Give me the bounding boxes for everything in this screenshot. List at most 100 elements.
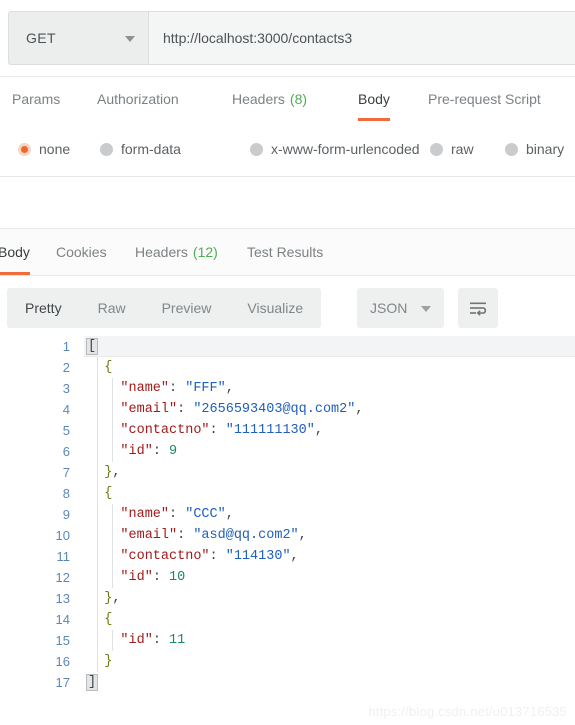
code-token: , (355, 402, 364, 417)
body-type-radio-raw[interactable]: raw (430, 141, 474, 157)
code-token: "FFF" (185, 381, 226, 396)
radio-icon[interactable] (18, 142, 31, 156)
body-type-radio-group: none form-data x-www-form-urlencoded raw bin… (0, 126, 575, 172)
code-token: 10 (169, 570, 186, 585)
response-tab-body[interactable]: Body (0, 229, 30, 275)
code-line: 15 "id": 11 (0, 630, 575, 651)
response-tab-label: Test Results (247, 244, 324, 260)
code-line-text: "name": "CCC", (88, 504, 234, 525)
code-line: 14 { (0, 609, 575, 630)
code-token: "contactno" (120, 423, 210, 438)
code-token: : (152, 570, 170, 585)
active-tab-indicator (0, 272, 30, 275)
response-tab-headers[interactable]: Headers (12) (135, 229, 218, 275)
request-tab-label: Authorization (97, 91, 179, 107)
code-line: 17] (0, 672, 575, 693)
code-token: 9 (169, 444, 178, 459)
request-tab-label: Headers (232, 91, 285, 107)
code-line-text: { (88, 609, 112, 630)
word-wrap-button[interactable] (458, 288, 498, 328)
radio-icon[interactable] (100, 142, 113, 156)
code-token: , (225, 507, 234, 522)
http-method-select[interactable]: GET (8, 11, 149, 65)
body-type-radio-x-www-form-urlencoded[interactable]: x-www-form-urlencoded (250, 141, 420, 157)
body-type-label: x-www-form-urlencoded (271, 141, 420, 157)
line-number: 6 (62, 444, 70, 459)
code-line-text: "contactno": "111111130", (88, 420, 323, 441)
response-tab-cookies[interactable]: Cookies (56, 229, 107, 275)
code-token: "111111130" (225, 423, 315, 438)
radio-icon[interactable] (505, 142, 518, 156)
watermark: https://blog.csdn.net/u013716535 (368, 704, 567, 719)
response-format-label: JSON (370, 300, 408, 316)
radio-icon[interactable] (430, 142, 443, 156)
view-mode-pretty[interactable]: Pretty (7, 288, 80, 328)
body-type-radio-none[interactable]: none (18, 141, 70, 157)
radio-icon[interactable] (250, 142, 263, 156)
code-line-text: "id": 10 (88, 567, 185, 588)
section-divider (0, 176, 575, 177)
code-line-text: { (88, 357, 112, 378)
code-line-text: "name": "FFF", (88, 378, 233, 399)
code-token: "id" (120, 444, 153, 459)
line-number: 13 (55, 591, 70, 606)
request-tab-count: (8) (289, 91, 308, 107)
code-line: 13 }, (0, 588, 575, 609)
view-mode-visualize[interactable]: Visualize (229, 288, 321, 328)
code-line: 2 { (0, 357, 575, 378)
body-type-radio-form-data[interactable]: form-data (100, 141, 181, 157)
code-token: [ (86, 338, 99, 355)
body-type-radio-binary[interactable]: binary (505, 141, 564, 157)
code-token: } (104, 654, 113, 669)
code-token: "asd@qq.com2" (193, 528, 299, 543)
response-format-select[interactable]: JSON (357, 288, 444, 328)
response-body-code-viewer[interactable]: 1[2 {3 "name": "FFF", 4 "email": "2656593… (0, 336, 575, 708)
code-token: "name" (120, 381, 170, 396)
code-line: 1[ (0, 336, 575, 357)
word-wrap-icon (469, 302, 486, 316)
code-line: 3 "name": "FFF", (0, 378, 575, 399)
view-mode-label: Pretty (25, 300, 62, 316)
code-line: 6 "id": 9 (0, 441, 575, 462)
code-token: { (104, 612, 113, 627)
view-mode-label: Visualize (247, 300, 304, 316)
line-number: 15 (55, 633, 70, 648)
code-token: , (112, 465, 121, 480)
code-token: { (104, 360, 113, 375)
request-tab-pre-request-script[interactable]: Pre-request Script (428, 77, 541, 121)
code-line: 7 }, (0, 462, 575, 483)
body-type-label: none (39, 141, 71, 157)
request-tab-authorization[interactable]: Authorization (97, 77, 179, 121)
view-mode-preview[interactable]: Preview (144, 288, 230, 328)
code-line: 4 "email": "2656593403@qq.com2", (0, 399, 575, 420)
url-input[interactable]: http://localhost:3000/contacts3 (148, 11, 575, 65)
request-tab-headers[interactable]: Headers (8) (232, 77, 307, 121)
code-line: 8 { (0, 483, 575, 504)
chevron-down-icon (421, 306, 431, 312)
code-line-text: "email": "asd@qq.com2", (88, 525, 306, 546)
request-tab-label: Params (12, 91, 61, 107)
line-number: 17 (55, 675, 70, 690)
response-tab-test-results[interactable]: Test Results (247, 229, 323, 275)
response-tabs: Body Cookies Headers (12) Test Results (0, 228, 575, 276)
request-tab-body[interactable]: Body (358, 77, 390, 121)
code-token: "2656593403@qq.com2" (193, 402, 356, 417)
code-line-text: }, (88, 462, 120, 483)
code-line-text: "id": 11 (88, 630, 185, 651)
code-token: { (104, 486, 113, 501)
code-token: "114130" (225, 549, 291, 564)
view-mode-raw[interactable]: Raw (80, 288, 144, 328)
code-token: : (152, 444, 170, 459)
code-line: 16 } (0, 651, 575, 672)
request-tab-params[interactable]: Params (12, 77, 60, 121)
code-line-text: "email": "2656593403@qq.com2", (88, 399, 363, 420)
http-method-label: GET (26, 30, 56, 46)
line-number: 4 (62, 402, 70, 417)
